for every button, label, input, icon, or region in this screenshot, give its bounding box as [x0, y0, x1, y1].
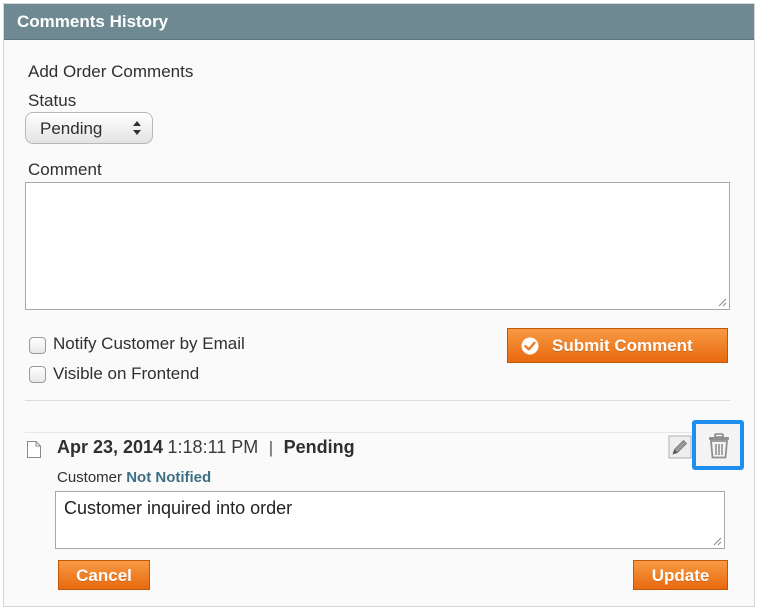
check-circle-icon — [521, 337, 539, 355]
entry-divider — [25, 432, 730, 433]
section-divider — [25, 400, 730, 401]
comment-label: Comment — [28, 160, 102, 179]
notify-customer-checkbox[interactable] — [29, 337, 46, 354]
document-icon — [27, 441, 41, 458]
panel-header: Comments History — [4, 4, 754, 40]
update-button[interactable]: Update — [633, 560, 728, 590]
resize-handle-icon[interactable] — [717, 297, 727, 307]
submit-comment-button[interactable]: Submit Comment — [507, 328, 728, 363]
panel-title: Comments History — [17, 12, 169, 31]
trash-icon[interactable] — [707, 433, 731, 459]
chevron-up-down-icon — [133, 121, 141, 135]
entry-date: Apr 23, 2014 — [57, 437, 164, 457]
cancel-button[interactable]: Cancel — [58, 560, 150, 590]
status-label: Status — [28, 91, 77, 110]
history-entry-header: Apr 23, 2014 1:18:11 PM | Pending — [57, 437, 355, 458]
customer-label: Customer — [57, 469, 123, 486]
status-select[interactable]: Pending — [25, 112, 153, 144]
submit-comment-label: Submit Comment — [552, 336, 693, 355]
add-comments-heading: Add Order Comments — [28, 62, 194, 81]
resize-handle-icon[interactable] — [712, 536, 722, 546]
pencil-icon[interactable] — [668, 435, 692, 459]
entry-separator: | — [268, 438, 274, 457]
entry-time: 1:18:11 PM — [167, 437, 259, 457]
notified-row: Customer Not Notified — [57, 469, 211, 486]
status-select-value: Pending — [40, 119, 103, 138]
notified-status: Not Notified — [126, 469, 212, 486]
visible-frontend-label: Visible on Frontend — [53, 364, 200, 383]
update-label: Update — [651, 566, 710, 585]
visible-frontend-checkbox[interactable] — [29, 366, 46, 383]
entry-comment-textarea[interactable]: Customer inquired into order — [55, 491, 725, 549]
entry-comment-text: Customer inquired into order — [64, 498, 293, 518]
notify-customer-label: Notify Customer by Email — [53, 334, 245, 353]
comment-textarea[interactable] — [25, 182, 730, 310]
entry-status: Pending — [283, 437, 355, 457]
delete-button-highlight[interactable] — [692, 420, 744, 470]
cancel-label: Cancel — [76, 566, 132, 585]
